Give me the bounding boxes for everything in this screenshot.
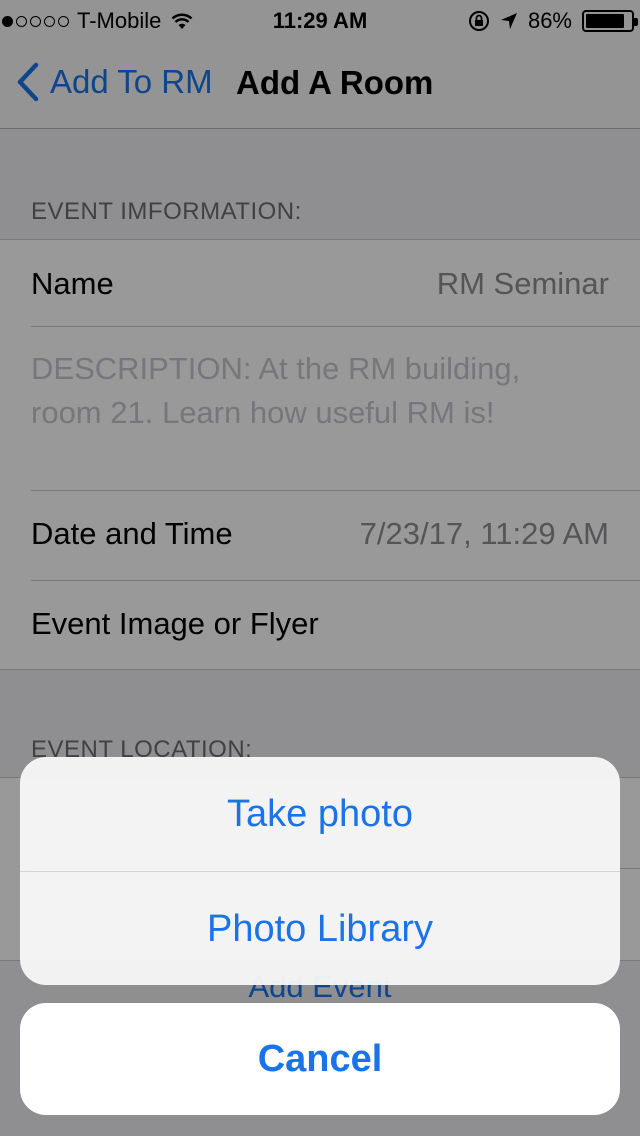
take-photo-button[interactable]: Take photo [20,757,620,871]
cancel-button[interactable]: Cancel [20,1003,620,1115]
cancel-sheet: Cancel [20,1003,620,1115]
photo-library-button[interactable]: Photo Library [20,872,620,985]
action-sheet: Take photo Photo Library [20,757,620,985]
